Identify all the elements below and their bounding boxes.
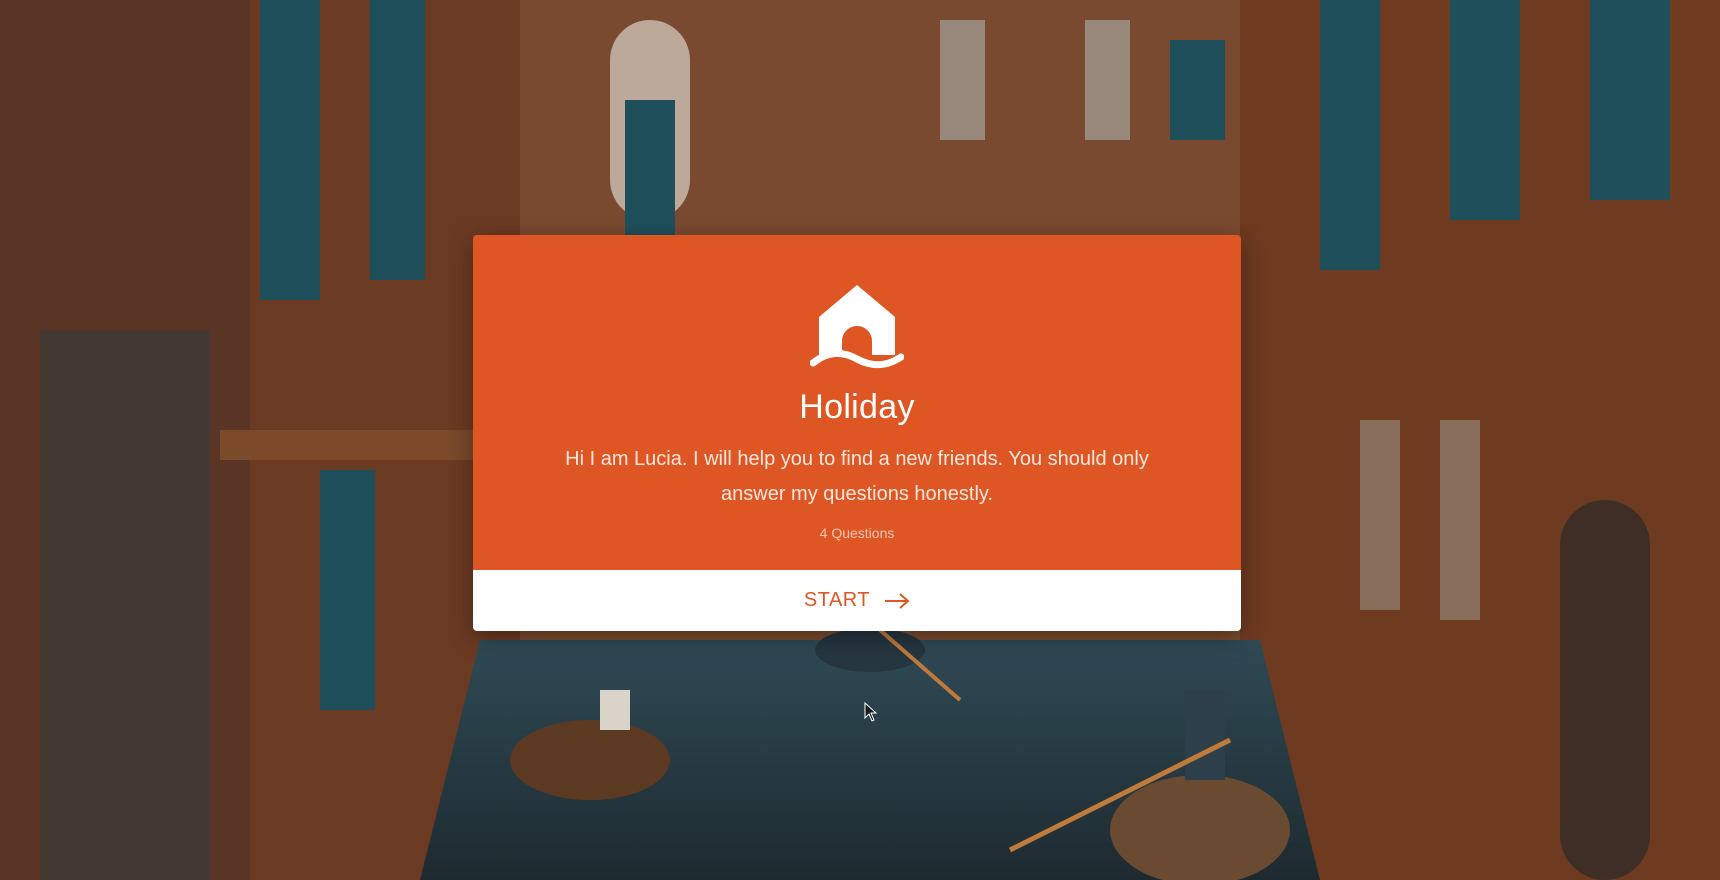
quiz-intro-card: Holiday Hi I am Lucia. I will help you t… (473, 235, 1241, 631)
start-button-label: START (803, 589, 871, 611)
arrow-right-icon (885, 592, 910, 609)
quiz-description: Hi I am Lucia. I will help you to find a… (565, 448, 1149, 505)
start-button[interactable]: START (473, 570, 1241, 631)
mouse-cursor-icon (864, 702, 878, 722)
quiz-title: Holiday (799, 388, 915, 426)
card-header: Holiday Hi I am Lucia. I will help you t… (473, 235, 1241, 570)
house-on-waves-icon (810, 285, 904, 369)
question-count: 4 Questions (819, 525, 895, 541)
